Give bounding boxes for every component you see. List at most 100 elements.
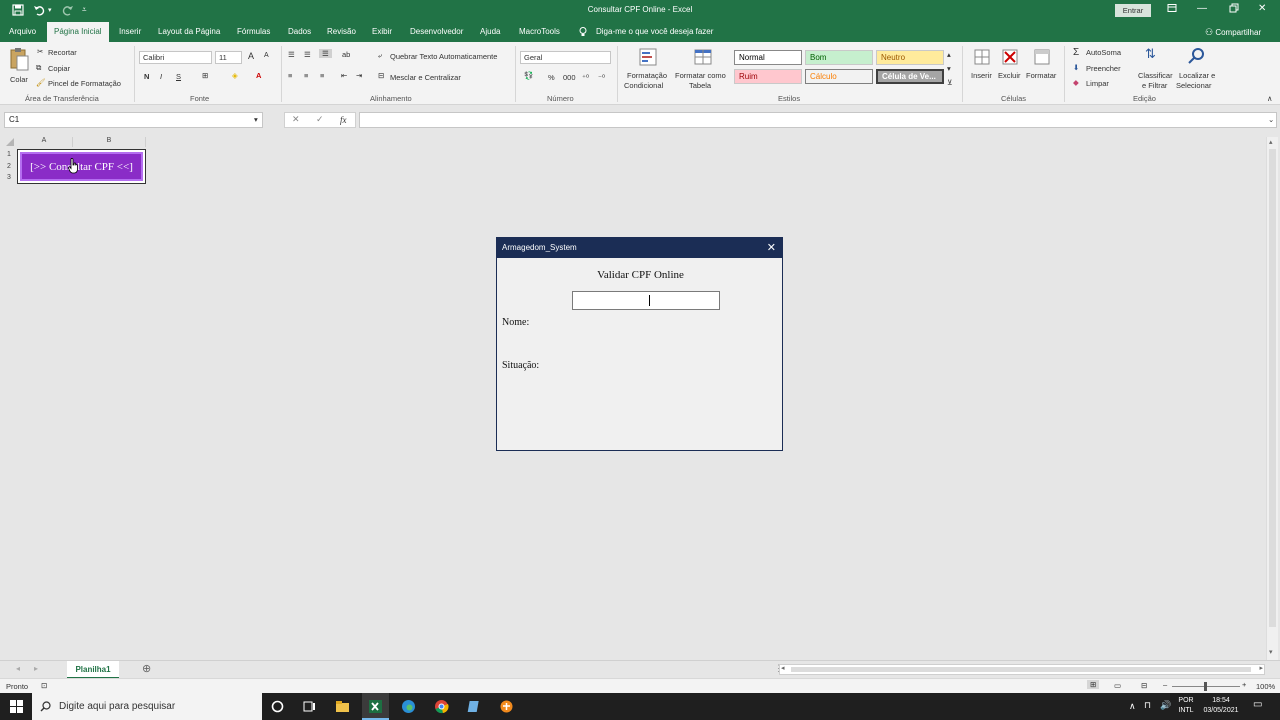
style-bom[interactable]: Bom <box>805 50 873 65</box>
decrease-decimal-icon[interactable]: ⁻⁰ <box>598 73 605 82</box>
tab-revisao[interactable]: Revisão <box>327 27 356 36</box>
tab-ajuda[interactable]: Ajuda <box>480 27 500 36</box>
autosum-button[interactable]: AutoSoma <box>1086 48 1121 57</box>
horizontal-scrollbar[interactable]: ◂ ▸ <box>779 664 1265 675</box>
collapse-ribbon-icon[interactable]: ∧ <box>1267 94 1273 103</box>
page-layout-view-icon[interactable]: ▭ <box>1114 681 1121 690</box>
dialog-title-bar[interactable]: Armagedom_System ✕ <box>497 238 782 258</box>
next-sheet-icon[interactable]: ▸ <box>34 664 38 673</box>
zoom-in-icon[interactable]: + <box>1242 680 1246 689</box>
tab-inserir[interactable]: Inserir <box>119 27 141 36</box>
fill-button[interactable]: Preencher <box>1086 64 1121 73</box>
edge-icon[interactable] <box>401 699 416 714</box>
decrease-indent-icon[interactable]: ⇤ <box>341 71 347 80</box>
chrome-icon[interactable] <box>434 699 449 714</box>
normal-view-icon[interactable]: ⊞ <box>1087 680 1100 689</box>
currency-icon[interactable]: 💱 <box>524 71 533 80</box>
share-button[interactable]: ⚇ Compartilhar <box>1205 27 1261 38</box>
column-header-b[interactable]: B <box>73 137 146 147</box>
show-hidden-icons[interactable]: ∧ <box>1129 701 1136 711</box>
expand-formula-icon[interactable]: ⌄ <box>1268 115 1274 124</box>
windows-start-icon[interactable] <box>9 699 24 714</box>
align-center-icon[interactable]: ≡ <box>304 71 308 80</box>
style-neutro[interactable]: Neutro <box>876 50 944 65</box>
restore-icon[interactable] <box>1229 3 1239 16</box>
task-view-icon[interactable] <box>302 699 317 714</box>
consultar-cpf-macro-button[interactable]: [>> Consultar CPF <<] <box>17 149 146 184</box>
styles-scroll-up-icon[interactable]: ▴ <box>947 50 951 59</box>
select-all-corner[interactable] <box>3 137 15 147</box>
vertical-scrollbar[interactable]: ▴ ▾ <box>1266 137 1278 662</box>
orientation-icon[interactable]: ab <box>342 50 350 59</box>
clock[interactable]: 18:54 03/05/2021 <box>1199 696 1243 716</box>
italic-button[interactable]: I <box>160 72 162 81</box>
style-calculo[interactable]: Cálculo <box>805 69 873 84</box>
network-icon[interactable]: ⊓ <box>1144 700 1151 710</box>
thousands-button[interactable]: 000 <box>563 73 576 82</box>
styles-scroll-down-icon[interactable]: ▾ <box>947 64 951 73</box>
cancel-icon[interactable]: ✕ <box>292 114 300 125</box>
style-ruim[interactable]: Ruim <box>734 69 802 84</box>
tab-pagina-inicial[interactable]: Página Inicial <box>47 22 109 42</box>
sigma-icon[interactable]: Σ <box>1073 47 1079 58</box>
row-header-3[interactable]: 3 <box>3 174 15 181</box>
align-right-icon[interactable]: ≡ <box>320 71 324 80</box>
tab-formulas[interactable]: Fórmulas <box>237 27 270 36</box>
font-name-select[interactable]: Calibri <box>139 51 212 64</box>
signin-button[interactable]: Entrar <box>1115 4 1151 17</box>
macro-record-icon[interactable]: ⊡ <box>41 681 47 690</box>
style-normal[interactable]: Normal <box>734 50 802 65</box>
percent-button[interactable]: % <box>548 73 555 82</box>
notifications-icon[interactable]: ▭ <box>1253 700 1262 710</box>
column-header-a[interactable]: A <box>16 137 73 147</box>
copy-button[interactable]: Copiar <box>48 64 70 73</box>
eraser-icon[interactable]: ◆ <box>1073 78 1079 87</box>
borders-icon[interactable]: ⊞ <box>202 71 208 80</box>
font-color-icon[interactable]: A <box>256 71 261 80</box>
align-left-icon[interactable]: ≡ <box>288 71 292 80</box>
formula-input[interactable] <box>359 112 1277 128</box>
wrap-text-button[interactable]: Quebrar Texto Automaticamente <box>390 52 497 61</box>
tab-macrotools[interactable]: MacroTools <box>519 27 560 36</box>
increase-decimal-icon[interactable]: ⁺⁰ <box>582 73 589 82</box>
wrap-text-icon[interactable]: ⤶ <box>378 51 382 61</box>
dialog-close-button[interactable]: ✕ <box>767 238 776 258</box>
language-indicator[interactable]: POR INTL <box>1176 696 1196 716</box>
fx-button[interactable]: fx <box>340 115 347 125</box>
horizontal-scroll-thumb[interactable] <box>791 667 1251 672</box>
close-window-icon[interactable]: ✕ <box>1258 3 1266 14</box>
tab-arquivo[interactable]: Arquivo <box>9 27 36 36</box>
number-format-select[interactable]: Geral <box>520 51 611 64</box>
tab-dados[interactable]: Dados <box>288 27 311 36</box>
fill-color-icon[interactable]: ◈ <box>232 71 238 80</box>
prev-sheet-icon[interactable]: ◂ <box>16 664 20 673</box>
name-box[interactable]: C1 <box>4 112 263 128</box>
vertical-scroll-thumb[interactable] <box>1269 149 1276 627</box>
zoom-level[interactable]: 100% <box>1256 682 1275 691</box>
tab-desenvolvedor[interactable]: Desenvolvedor <box>410 27 463 36</box>
notepad-icon[interactable] <box>467 699 482 714</box>
name-box-dropdown-icon[interactable]: ▾ <box>254 115 258 124</box>
clear-button[interactable]: Limpar <box>1086 79 1109 88</box>
scroll-down-icon[interactable]: ▾ <box>1269 648 1273 656</box>
cpf-input[interactable] <box>572 291 720 310</box>
align-top-icon[interactable]: ☰ <box>288 50 295 59</box>
scroll-right-icon[interactable]: ▸ <box>1259 664 1263 672</box>
scroll-left-icon[interactable]: ◂ <box>781 664 785 672</box>
merge-center-button[interactable]: Mesclar e Centralizar <box>390 73 461 82</box>
tab-exibir[interactable]: Exibir <box>372 27 392 36</box>
sheet-tab-planilha1[interactable]: Planilha1 <box>67 661 119 679</box>
file-explorer-icon[interactable] <box>335 699 350 714</box>
row-header-2[interactable]: 2 <box>3 163 15 170</box>
taskbar-search[interactable]: Digite aqui para pesquisar <box>32 693 262 720</box>
font-size-select[interactable]: 11 <box>215 51 242 64</box>
style-celula-verificacao[interactable]: Célula de Ve... <box>876 69 944 84</box>
minimize-icon[interactable]: — <box>1197 3 1207 14</box>
app-icon[interactable] <box>499 699 514 714</box>
shrink-font-icon[interactable]: A <box>264 52 269 59</box>
zoom-slider-thumb[interactable] <box>1204 682 1207 691</box>
zoom-out-icon[interactable]: – <box>1163 680 1167 689</box>
copy-icon[interactable]: ⧉ <box>36 63 41 73</box>
row-header-1[interactable]: 1 <box>3 151 15 158</box>
increase-indent-icon[interactable]: ⇥ <box>356 71 362 80</box>
